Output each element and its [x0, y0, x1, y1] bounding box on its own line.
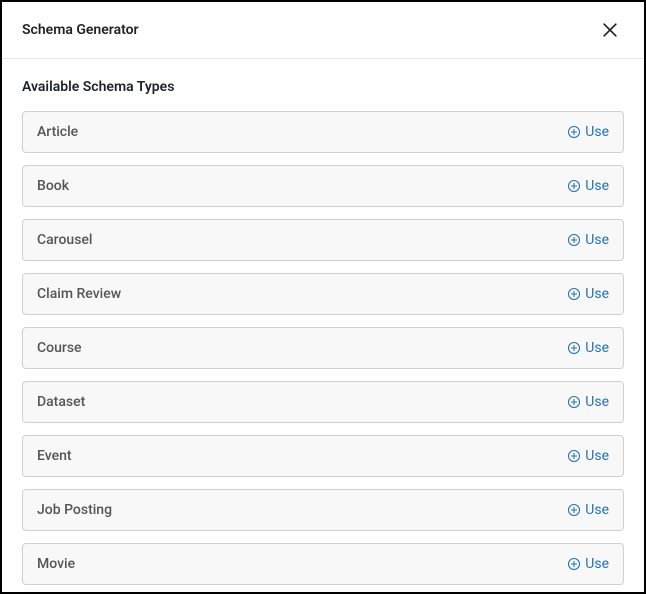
use-label: Use — [585, 286, 609, 302]
plus-circle-icon — [567, 179, 581, 193]
use-button[interactable]: Use — [567, 556, 609, 572]
use-label: Use — [585, 556, 609, 572]
use-button[interactable]: Use — [567, 124, 609, 140]
schema-type-item: Carousel Use — [22, 219, 624, 261]
schema-type-list: ArticleUseBookUseCarouselUseClaim Review… — [22, 111, 624, 585]
close-icon — [600, 20, 620, 40]
schema-type-item: Article Use — [22, 111, 624, 153]
use-button[interactable]: Use — [567, 394, 609, 410]
use-label: Use — [585, 340, 609, 356]
use-button[interactable]: Use — [567, 286, 609, 302]
schema-type-item: Book Use — [22, 165, 624, 207]
plus-circle-icon — [567, 287, 581, 301]
use-label: Use — [585, 448, 609, 464]
use-label: Use — [585, 124, 609, 140]
use-label: Use — [585, 502, 609, 518]
plus-circle-icon — [567, 449, 581, 463]
modal-title: Schema Generator — [22, 22, 139, 38]
schema-type-name: Book — [37, 178, 69, 194]
modal-header: Schema Generator — [2, 2, 644, 59]
schema-type-name: Claim Review — [37, 286, 121, 302]
schema-type-name: Dataset — [37, 394, 85, 410]
schema-type-item: Claim Review Use — [22, 273, 624, 315]
schema-type-item: Event Use — [22, 435, 624, 477]
plus-circle-icon — [567, 557, 581, 571]
plus-circle-icon — [567, 125, 581, 139]
schema-type-name: Job Posting — [37, 502, 112, 518]
schema-type-name: Carousel — [37, 232, 92, 248]
schema-type-item: Movie Use — [22, 543, 624, 585]
plus-circle-icon — [567, 233, 581, 247]
schema-type-name: Article — [37, 124, 78, 140]
use-button[interactable]: Use — [567, 448, 609, 464]
schema-type-name: Event — [37, 448, 72, 464]
schema-type-name: Course — [37, 340, 82, 356]
use-label: Use — [585, 178, 609, 194]
use-button[interactable]: Use — [567, 340, 609, 356]
use-label: Use — [585, 394, 609, 410]
schema-generator-modal: Schema Generator Available Schema Types … — [2, 2, 644, 592]
schema-type-name: Movie — [37, 556, 75, 572]
plus-circle-icon — [567, 395, 581, 409]
plus-circle-icon — [567, 503, 581, 517]
use-button[interactable]: Use — [567, 232, 609, 248]
modal-scroll-container[interactable]: Schema Generator Available Schema Types … — [2, 2, 644, 592]
modal-body: Available Schema Types Article Use Book Use… — [2, 59, 644, 592]
use-button[interactable]: Use — [567, 502, 609, 518]
use-button[interactable]: Use — [567, 178, 609, 194]
close-button[interactable] — [596, 16, 624, 44]
schema-type-item: Job Posting Use — [22, 489, 624, 531]
plus-circle-icon — [567, 341, 581, 355]
schema-type-item: Course Use — [22, 327, 624, 369]
schema-type-item: Dataset Use — [22, 381, 624, 423]
section-title: Available Schema Types — [22, 79, 624, 95]
use-label: Use — [585, 232, 609, 248]
